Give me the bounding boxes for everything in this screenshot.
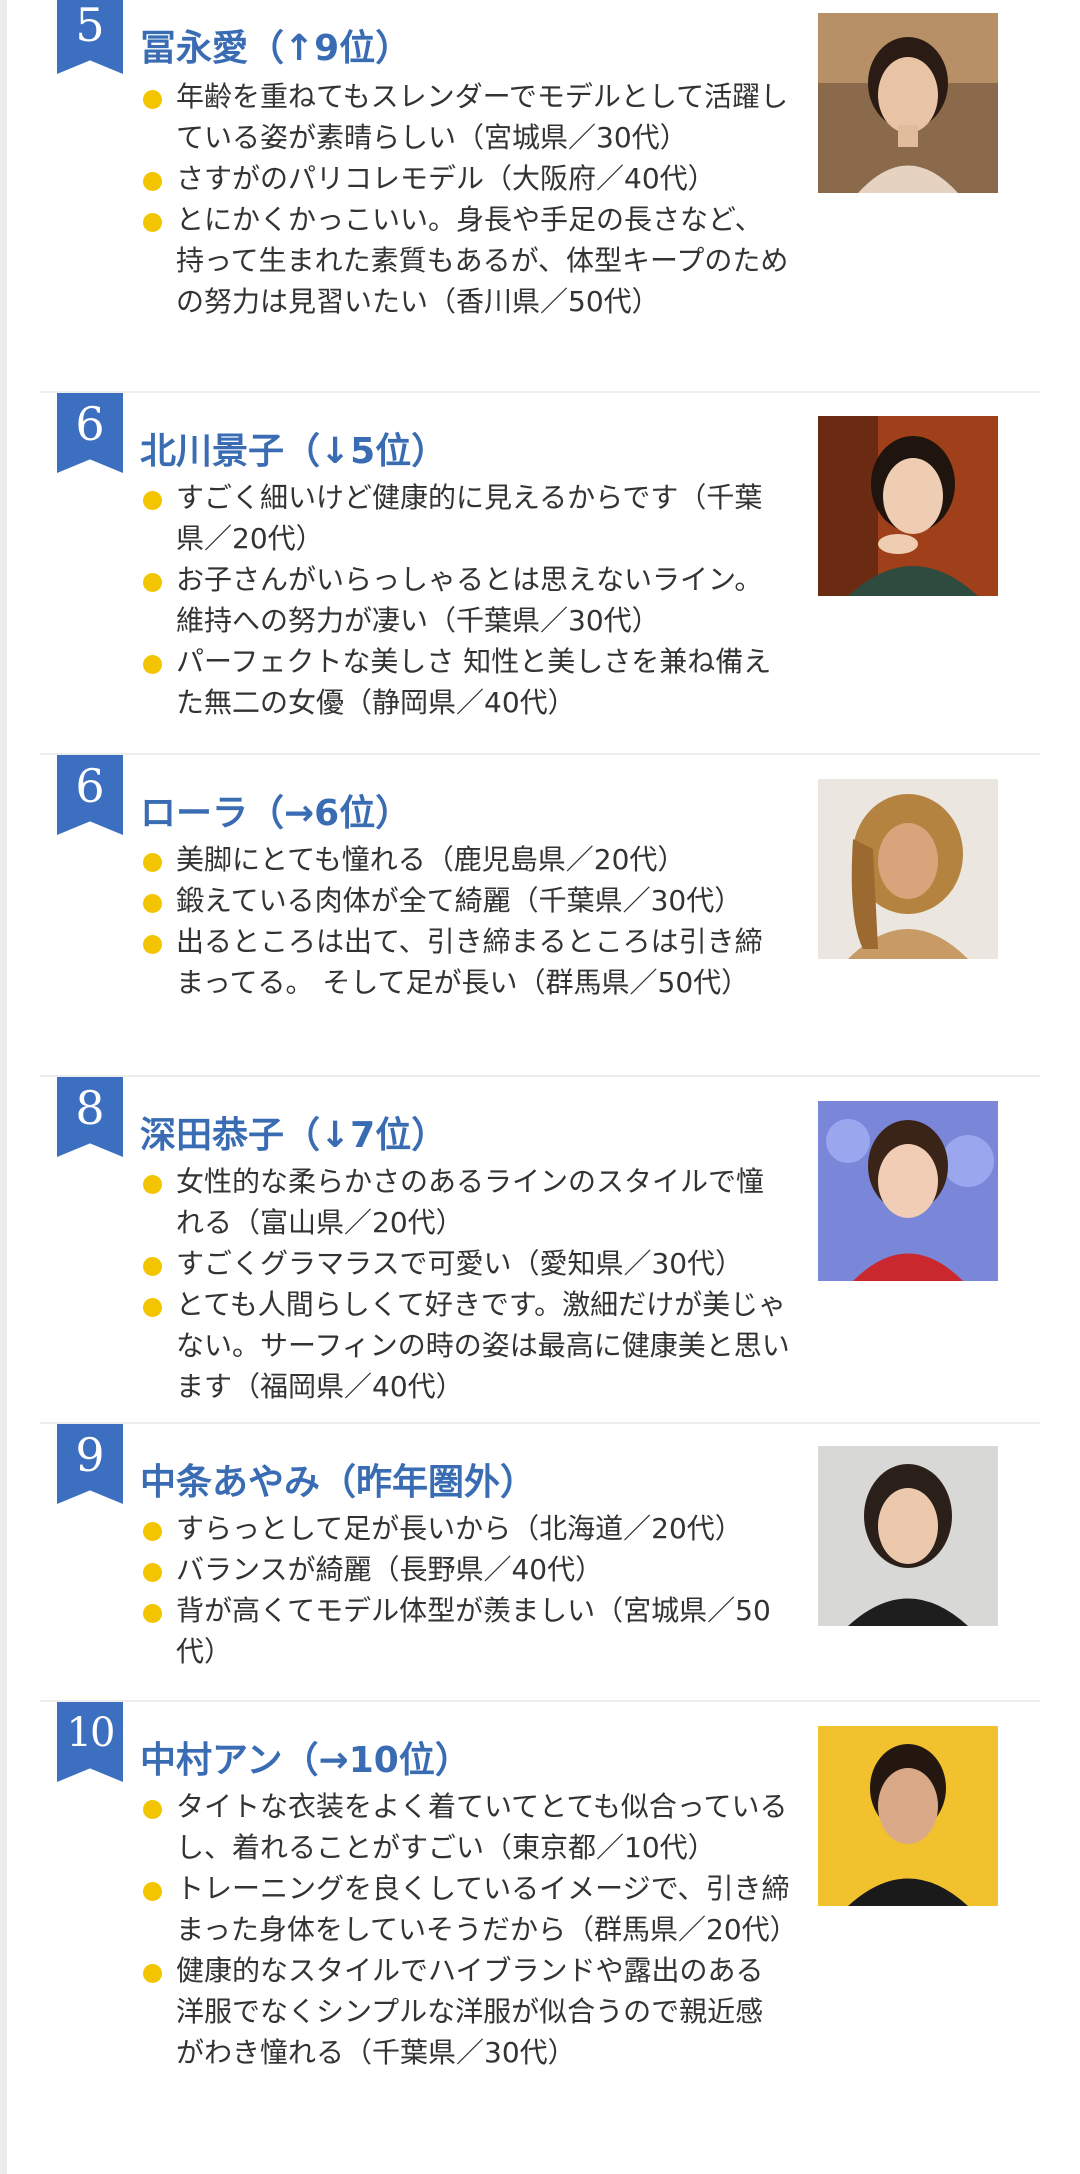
comment-item: 背が高くてモデル体型が羨ましい（宮城県／50代）	[140, 1590, 790, 1672]
rank-badge: 6	[57, 393, 123, 473]
portrait-image	[818, 13, 998, 193]
comment-text: 美脚にとても憧れる（鹿児島県／20代）	[176, 843, 686, 876]
actress-photo[interactable]	[818, 779, 998, 959]
comment-text: トレーニングを良くしているイメージで、引き締まった身体をしていそうだから（群馬県…	[176, 1872, 798, 1946]
bullet-dot-icon	[143, 213, 162, 232]
actress-photo[interactable]	[818, 1446, 998, 1626]
bullet-dot-icon	[143, 172, 162, 191]
comment-list: 年齢を重ねてもスレンダーでモデルとして活躍している姿が素晴らしい（宮城県／30代…	[140, 76, 790, 322]
comment-list: タイトな衣装をよく着ていてとても似合っているし、着れることがすごい（東京都／10…	[140, 1786, 798, 2073]
comment-item: とても人間らしくて好きです。激細だけが美じゃない。サーフィンの時の姿は最高に健康…	[140, 1284, 790, 1407]
comment-item: お子さんがいらっしゃるとは思えないライン。維持への努力が凄い（千葉県／30代）	[140, 559, 790, 641]
ranking-entry: 6 ローラ（→6位） 美脚にとても憧れる（鹿児島県／20代） 鍛えている肉体が全…	[0, 755, 1080, 1075]
comment-text: すらっとして足が長いから（北海道／20代）	[176, 1512, 743, 1545]
bullet-dot-icon	[143, 894, 162, 913]
bullet-dot-icon	[143, 853, 162, 872]
comment-text: タイトな衣装をよく着ていてとても似合っているし、着れることがすごい（東京都／10…	[176, 1790, 788, 1864]
ranking-entry: 10 中村アン（→10位） タイトな衣装をよく着ていてとても似合っているし、着れ…	[0, 1702, 1080, 2174]
bullet-dot-icon	[143, 1257, 162, 1276]
comment-item: とにかくかっこいい。身長や手足の長さなど、持って生まれた素質もあるが、体型キープ…	[140, 199, 790, 322]
bullet-dot-icon	[143, 655, 162, 674]
comment-text: パーフェクトな美しさ 知性と美しさを兼ね備えた無二の女優（静岡県／40代）	[176, 645, 772, 719]
comment-item: 健康的なスタイルでハイブランドや露出のある洋服でなくシンプルな洋服が似合うので親…	[140, 1950, 790, 2073]
portrait-image	[818, 779, 998, 959]
comment-item: さすがのパリコレモデル（大阪府／40代）	[140, 158, 790, 199]
comment-text: すごくグラマラスで可愛い（愛知県／30代）	[176, 1247, 744, 1280]
comment-text: とても人間らしくて好きです。激細だけが美じゃない。サーフィンの時の姿は最高に健康…	[176, 1288, 790, 1403]
bullet-dot-icon	[143, 491, 162, 510]
bullet-dot-icon	[143, 935, 162, 954]
comment-item: すごくグラマラスで可愛い（愛知県／30代）	[140, 1243, 790, 1284]
rank-badge: 10	[57, 1702, 123, 1782]
rank-badge: 6	[57, 755, 123, 835]
comment-item: 女性的な柔らかさのあるラインのスタイルで憧れる（富山県／20代）	[140, 1161, 790, 1243]
comment-list: 女性的な柔らかさのあるラインのスタイルで憧れる（富山県／20代） すごくグラマラ…	[140, 1161, 790, 1407]
ranking-entry: 6 北川景子（↓5位） すごく細いけど健康的に見えるからです（千葉県／20代） …	[0, 393, 1080, 753]
comment-item: トレーニングを良くしているイメージで、引き締まった身体をしていそうだから（群馬県…	[140, 1868, 798, 1950]
comment-item: 出るところは出て、引き締まるところは引き締まってる。 そして足が長い（群馬県／5…	[140, 921, 790, 1003]
ranking-entry: 8 深田恭子（↓7位） 女性的な柔らかさのあるラインのスタイルで憧れる（富山県／…	[0, 1077, 1080, 1422]
comment-list: すらっとして足が長いから（北海道／20代） バランスが綺麗（長野県／40代） 背…	[140, 1508, 790, 1672]
rank-badge: 8	[57, 1077, 123, 1157]
comment-list: すごく細いけど健康的に見えるからです（千葉県／20代） お子さんがいらっしゃると…	[140, 477, 790, 723]
comment-item: 美脚にとても憧れる（鹿児島県／20代）	[140, 839, 790, 880]
comment-item: すごく細いけど健康的に見えるからです（千葉県／20代）	[140, 477, 790, 559]
bullet-dot-icon	[143, 573, 162, 592]
comment-text: すごく細いけど健康的に見えるからです（千葉県／20代）	[176, 481, 763, 555]
comment-text: お子さんがいらっしゃるとは思えないライン。維持への努力が凄い（千葉県／30代）	[176, 563, 763, 637]
comment-text: 鍛えている肉体が全て綺麗（千葉県／30代）	[176, 884, 743, 917]
comment-text: 出るところは出て、引き締まるところは引き締まってる。 そして足が長い（群馬県／5…	[176, 925, 763, 999]
comment-text: 女性的な柔らかさのあるラインのスタイルで憧れる（富山県／20代）	[176, 1165, 765, 1239]
comment-item: パーフェクトな美しさ 知性と美しさを兼ね備えた無二の女優（静岡県／40代）	[140, 641, 790, 723]
bullet-dot-icon	[143, 1563, 162, 1582]
actress-name[interactable]: 中条あやみ（昨年圏外）	[140, 1461, 536, 1505]
ranking-entry: 9 中条あやみ（昨年圏外） すらっとして足が長いから（北海道／20代） バランス…	[0, 1424, 1080, 1700]
bullet-dot-icon	[143, 1175, 162, 1194]
rank-badge: 9	[57, 1424, 123, 1504]
comment-text: バランスが綺麗（長野県／40代）	[176, 1553, 604, 1586]
bullet-dot-icon	[143, 1882, 162, 1901]
portrait-image	[818, 416, 998, 596]
actress-name[interactable]: ローラ（→6位）	[140, 792, 411, 836]
bullet-dot-icon	[143, 1964, 162, 1983]
bullet-dot-icon	[143, 1522, 162, 1541]
actress-name[interactable]: 深田恭子（↓7位）	[140, 1114, 447, 1158]
bullet-dot-icon	[143, 1298, 162, 1317]
comment-list: 美脚にとても憧れる（鹿児島県／20代） 鍛えている肉体が全て綺麗（千葉県／30代…	[140, 839, 790, 1003]
portrait-image	[818, 1726, 998, 1906]
portrait-image	[818, 1101, 998, 1281]
comment-item: 鍛えている肉体が全て綺麗（千葉県／30代）	[140, 880, 790, 921]
actress-name[interactable]: 中村アン（→10位）	[140, 1739, 471, 1783]
actress-photo[interactable]	[818, 1101, 998, 1281]
bullet-dot-icon	[143, 1604, 162, 1623]
comment-text: 年齢を重ねてもスレンダーでモデルとして活躍している姿が素晴らしい（宮城県／30代…	[176, 80, 789, 154]
comment-item: 年齢を重ねてもスレンダーでモデルとして活躍している姿が素晴らしい（宮城県／30代…	[140, 76, 790, 158]
bullet-dot-icon	[143, 90, 162, 109]
rank-badge: 5	[57, 0, 123, 74]
actress-photo[interactable]	[818, 416, 998, 596]
actress-name[interactable]: 冨永愛（↑9位）	[140, 27, 411, 71]
comment-text: さすがのパリコレモデル（大阪府／40代）	[176, 162, 716, 195]
comment-item: バランスが綺麗（長野県／40代）	[140, 1549, 790, 1590]
portrait-image	[818, 1446, 998, 1626]
comment-text: 背が高くてモデル体型が羨ましい（宮城県／50代）	[176, 1594, 771, 1668]
ranking-entry: 5 冨永愛（↑9位） 年齢を重ねてもスレンダーでモデルとして活躍している姿が素晴…	[0, 0, 1080, 393]
comment-text: 健康的なスタイルでハイブランドや露出のある洋服でなくシンプルな洋服が似合うので親…	[176, 1954, 764, 2069]
actress-name[interactable]: 北川景子（↓5位）	[140, 430, 447, 474]
comment-item: タイトな衣装をよく着ていてとても似合っているし、着れることがすごい（東京都／10…	[140, 1786, 790, 1868]
comment-item: すらっとして足が長いから（北海道／20代）	[140, 1508, 790, 1549]
actress-photo[interactable]	[818, 13, 998, 193]
comment-text: とにかくかっこいい。身長や手足の長さなど、持って生まれた素質もあるが、体型キープ…	[176, 203, 789, 318]
actress-photo[interactable]	[818, 1726, 998, 1906]
ranking-page: 5 冨永愛（↑9位） 年齢を重ねてもスレンダーでモデルとして活躍している姿が素晴…	[0, 0, 1080, 2174]
bullet-dot-icon	[143, 1800, 162, 1819]
